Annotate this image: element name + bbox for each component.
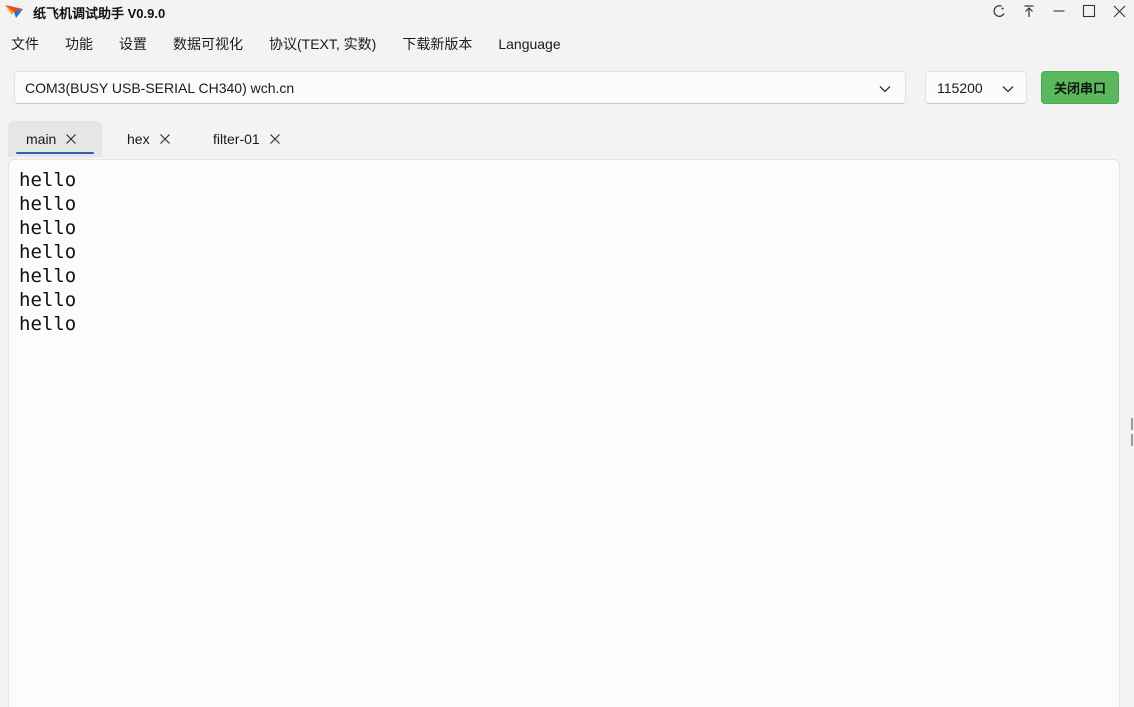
- baud-rate-select[interactable]: 115200: [925, 71, 1027, 104]
- tab-filter-01[interactable]: filter-01: [188, 121, 288, 157]
- tab-label: main: [26, 131, 57, 147]
- close-icon[interactable]: [159, 133, 171, 145]
- menu-bar: 文件 功能 设置 数据可视化 协议(TEXT, 实数) 下载新版本 Langua…: [0, 33, 574, 55]
- log-line: hello: [19, 265, 77, 287]
- splitter-handle[interactable]: [1131, 418, 1133, 430]
- close-window-button[interactable]: [1104, 0, 1134, 22]
- close-icon[interactable]: [269, 133, 281, 145]
- pin-top-button[interactable]: [1014, 0, 1044, 22]
- log-line: hello: [19, 289, 77, 311]
- menu-download-new-version[interactable]: 下载新版本: [389, 33, 485, 55]
- menu-language[interactable]: Language: [485, 33, 573, 55]
- log-line: hello: [19, 217, 77, 239]
- log-line: hello: [19, 193, 77, 215]
- log-line: hello: [19, 241, 77, 263]
- chevron-down-icon: [1002, 86, 1014, 93]
- menu-function[interactable]: 功能: [52, 33, 106, 55]
- close-port-button[interactable]: 关闭串口: [1041, 71, 1119, 104]
- tab-main[interactable]: main: [8, 121, 102, 157]
- active-tab-indicator: [16, 152, 94, 154]
- tab-bar: main hex filter-01: [8, 121, 288, 157]
- app-title: 纸飞机调试助手 V0.9.0: [33, 6, 166, 21]
- maximize-button[interactable]: [1074, 0, 1104, 22]
- theme-toggle-button[interactable]: [984, 0, 1014, 22]
- log-line: hello: [19, 313, 77, 335]
- log-output: hello hello hello hello hello hello hell…: [19, 168, 76, 336]
- serial-port-select[interactable]: COM3(BUSY USB-SERIAL CH340) wch.cn: [14, 71, 906, 104]
- tab-label: hex: [127, 131, 150, 147]
- menu-file[interactable]: 文件: [0, 33, 52, 55]
- close-icon: [1113, 5, 1125, 17]
- pin-top-icon: [1024, 5, 1034, 17]
- minimize-button[interactable]: [1044, 0, 1074, 22]
- menu-settings[interactable]: 设置: [106, 33, 160, 55]
- close-icon[interactable]: [65, 133, 77, 145]
- maximize-icon: [1082, 4, 1096, 18]
- chevron-down-icon: [879, 86, 891, 93]
- minimize-icon: [1053, 10, 1065, 12]
- title-bar: 纸飞机调试助手 V0.9.0: [0, 0, 1134, 22]
- log-line: hello: [19, 169, 77, 191]
- menu-data-visualization[interactable]: 数据可视化: [160, 33, 256, 55]
- paper-plane-icon: [5, 5, 23, 18]
- tab-label: filter-01: [213, 131, 260, 147]
- menu-protocol[interactable]: 协议(TEXT, 实数): [256, 33, 389, 55]
- splitter-handle[interactable]: [1131, 434, 1133, 446]
- baud-rate-value: 115200: [937, 80, 983, 96]
- window-controls: [984, 0, 1134, 22]
- serial-port-value: COM3(BUSY USB-SERIAL CH340) wch.cn: [25, 80, 295, 96]
- app-window: 纸飞机调试助手 V0.9.0 文件 功能 设置 数据可视化 协议(TEXT, 实…: [0, 0, 1134, 707]
- theme-icon: [993, 5, 1005, 17]
- tab-hex[interactable]: hex: [102, 121, 188, 157]
- receive-text-area[interactable]: hello hello hello hello hello hello hell…: [8, 159, 1120, 707]
